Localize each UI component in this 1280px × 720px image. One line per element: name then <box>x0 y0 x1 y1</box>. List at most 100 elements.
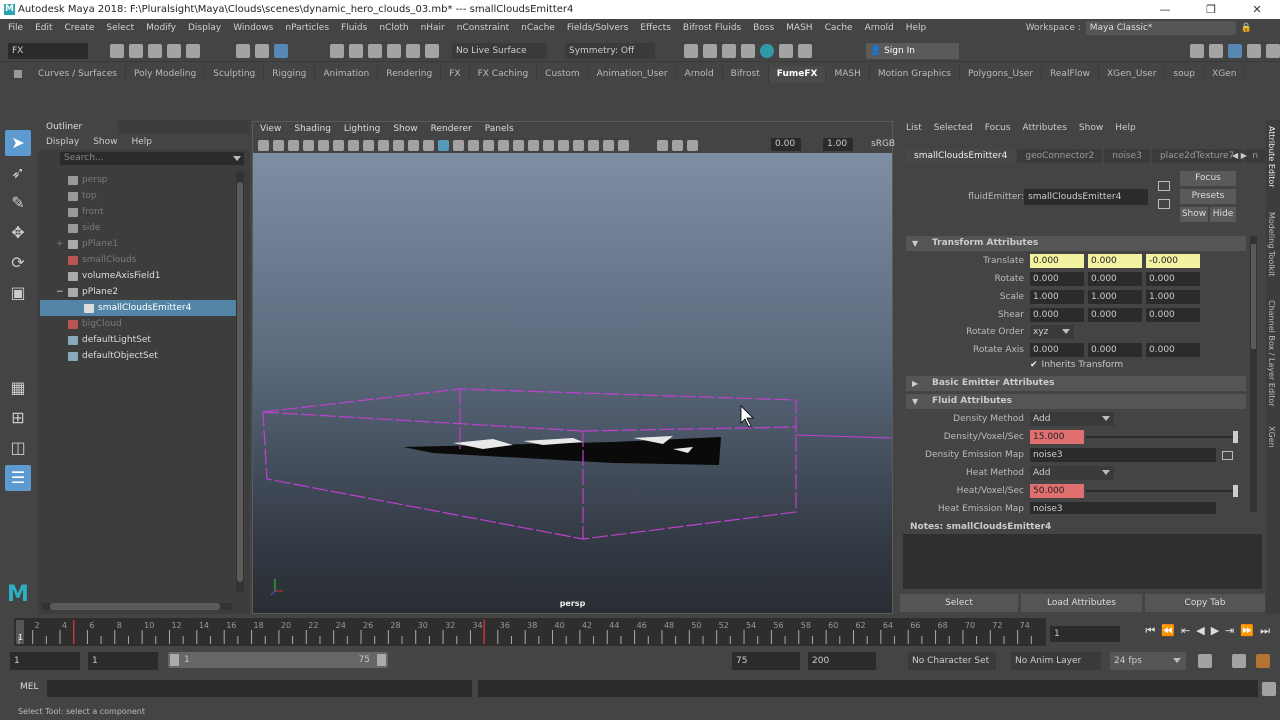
fps-dropdown[interactable]: 24 fps <box>1110 652 1186 670</box>
menu-ncache[interactable]: nCache <box>521 23 555 33</box>
play-backwards-icon[interactable]: ◀ <box>1196 624 1204 638</box>
scene-end-field[interactable]: 200 <box>808 652 876 670</box>
playback-start-field[interactable]: 1 <box>88 652 158 670</box>
workspace-dropdown[interactable]: Maya Classic* <box>1085 21 1236 35</box>
step-forward-key-icon[interactable]: ⇥ <box>1225 624 1234 638</box>
paint-select-tool-icon[interactable]: ✎ <box>5 190 31 216</box>
modeling-toolkit-icon[interactable] <box>1190 44 1204 58</box>
channel-box-icon[interactable] <box>1266 44 1280 58</box>
scale-x-field[interactable]: 1.000 <box>1030 290 1084 304</box>
rotate-x-field[interactable]: 0.000 <box>1030 272 1084 286</box>
shear-y-field[interactable]: 0.000 <box>1088 308 1142 322</box>
shelf-tab-sculpting[interactable]: Sculpting <box>205 66 265 83</box>
menu-ncloth[interactable]: nCloth <box>379 23 408 33</box>
shelf-tab-animation[interactable]: Animation <box>315 66 379 83</box>
select-object-icon[interactable] <box>255 44 269 58</box>
rotate-order-dropdown[interactable]: xyz <box>1030 325 1074 339</box>
menu-set-dropdown[interactable]: FX <box>8 43 88 59</box>
safe-title-icon[interactable] <box>408 139 419 151</box>
shelf-tab-mash[interactable]: MASH <box>826 66 870 83</box>
snap-pivot-icon[interactable] <box>425 44 439 58</box>
rotate-axis-x[interactable]: 0.000 <box>1030 343 1084 357</box>
gamma-field[interactable]: 1.00 <box>823 138 853 151</box>
chevron-down-icon[interactable] <box>233 156 241 161</box>
viewport-menu-view[interactable]: View <box>260 122 281 137</box>
snap-point-icon[interactable] <box>368 44 382 58</box>
outliner-item[interactable]: volumeAxisField1 <box>40 268 236 284</box>
map-button-icon[interactable] <box>1222 451 1233 460</box>
density-rate-field[interactable]: 15.000 <box>1030 430 1084 444</box>
menu-create[interactable]: Create <box>65 23 95 33</box>
camera-attributes-icon[interactable] <box>273 139 284 151</box>
play-forwards-icon[interactable]: ▶ <box>1211 624 1219 638</box>
exposure-icon[interactable] <box>657 139 668 151</box>
motion-blur-icon[interactable] <box>528 139 539 151</box>
xray-components-icon[interactable] <box>618 139 629 151</box>
menu-mash[interactable]: MASH <box>786 23 812 33</box>
tool-settings-icon[interactable] <box>1247 44 1261 58</box>
shelf-tab-bifrost[interactable]: Bifrost <box>723 66 769 83</box>
field-chart-icon[interactable] <box>378 139 389 151</box>
mel-label[interactable]: MEL <box>20 682 38 692</box>
auto-key-icon[interactable] <box>1232 654 1246 668</box>
smooth-shade-icon[interactable] <box>438 139 449 151</box>
menu-select[interactable]: Select <box>106 23 134 33</box>
isolate-select-icon[interactable] <box>573 139 584 151</box>
single-perspective-layout-icon[interactable]: ▦ <box>5 375 31 401</box>
script-editor-icon[interactable] <box>1262 682 1276 696</box>
xgen-tab[interactable]: XGen <box>1267 426 1276 448</box>
scale-z-field[interactable]: 1.000 <box>1146 290 1200 304</box>
ambient-occlusion-icon[interactable] <box>513 139 524 151</box>
ipr-render-icon[interactable] <box>722 44 736 58</box>
translate-y-field[interactable]: 0.000 <box>1088 254 1142 268</box>
human-ik-icon[interactable] <box>1209 44 1223 58</box>
depth-of-field-icon[interactable] <box>558 139 569 151</box>
shelf-tab-animation-user[interactable]: Animation_User <box>589 66 677 83</box>
density-map-field[interactable]: noise3 <box>1030 448 1216 462</box>
shelf-tab-rendering[interactable]: Rendering <box>378 66 442 83</box>
scene-start-field[interactable]: 1 <box>10 652 80 670</box>
render-sequence-icon[interactable] <box>703 44 717 58</box>
playback-end-field[interactable]: 75 <box>732 652 800 670</box>
new-scene-icon[interactable] <box>110 44 124 58</box>
ae-menu-focus[interactable]: Focus <box>985 120 1011 136</box>
shelf-tab-rigging[interactable]: Rigging <box>264 66 316 83</box>
density-method-dropdown[interactable]: Add <box>1030 412 1114 426</box>
hide-button[interactable]: Hide <box>1210 207 1236 222</box>
heat-method-dropdown[interactable]: Add <box>1030 466 1114 480</box>
outliner-item[interactable]: top <box>40 188 236 204</box>
node-tab-noise3[interactable]: noise3 <box>1104 149 1150 163</box>
outliner-horizontal-scrollbar[interactable] <box>42 603 232 610</box>
transform-attributes-section[interactable]: ▼ Transform Attributes <box>906 236 1246 251</box>
outliner-item[interactable]: defaultLightSet <box>40 332 236 348</box>
load-attributes-button[interactable]: Load Attributes <box>1021 594 1142 612</box>
shelf-tab-fx-caching[interactable]: FX Caching <box>470 66 538 83</box>
rotate-axis-z[interactable]: 0.000 <box>1146 343 1200 357</box>
shelf-tab-xgen-user[interactable]: XGen_User <box>1099 66 1166 83</box>
menu-windows[interactable]: Windows <box>233 23 273 33</box>
menu-help[interactable]: Help <box>906 23 927 33</box>
shelf-tab-arnold[interactable]: Arnold <box>677 66 723 83</box>
resolution-gate-icon[interactable] <box>348 139 359 151</box>
outliner-layout-icon[interactable]: ☰ <box>5 465 31 491</box>
select-component-icon[interactable] <box>274 44 288 58</box>
character-set-dropdown[interactable]: No Character Set <box>908 652 996 670</box>
fluid-attributes-section[interactable]: ▼ Fluid Attributes <box>906 394 1246 409</box>
snap-grid-icon[interactable] <box>330 44 344 58</box>
menu-effects[interactable]: Effects <box>640 23 671 33</box>
attribute-editor-icon[interactable] <box>1228 44 1242 58</box>
outliner-menu-help[interactable]: Help <box>131 134 152 150</box>
menu-bifrost-fluids[interactable]: Bifrost Fluids <box>683 23 741 33</box>
ae-menu-selected[interactable]: Selected <box>934 120 973 136</box>
load-input-icon[interactable] <box>1158 181 1170 191</box>
four-view-layout-icon[interactable]: ⊞ <box>5 405 31 431</box>
shelf-tab-xgen[interactable]: XGen <box>1204 66 1246 83</box>
shear-z-field[interactable]: 0.000 <box>1146 308 1200 322</box>
select-button[interactable]: Select <box>900 594 1018 612</box>
snap-surface-icon[interactable] <box>406 44 420 58</box>
translate-x-field[interactable]: 0.000 <box>1030 254 1084 268</box>
range-end-handle[interactable] <box>377 654 386 666</box>
shelf-tab-motion-graphics[interactable]: Motion Graphics <box>870 66 960 83</box>
range-start-handle[interactable] <box>170 654 179 666</box>
outliner-search-input[interactable]: Search... <box>60 152 244 165</box>
